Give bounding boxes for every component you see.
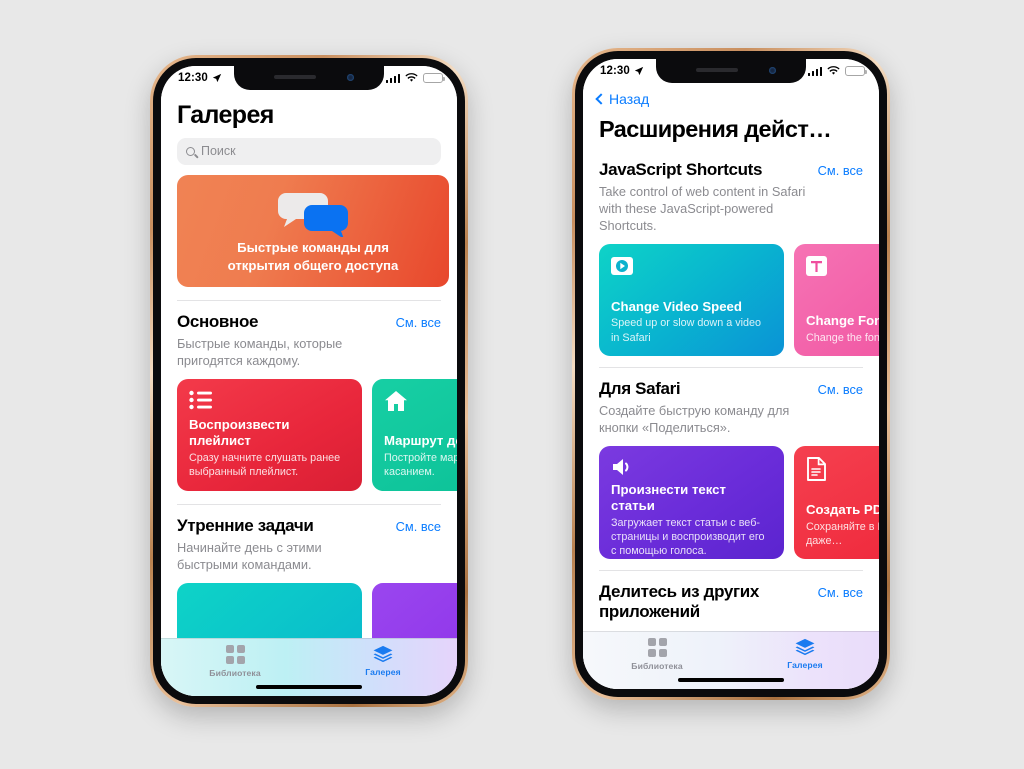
status-time: 12:30 [600,65,630,77]
phone-screen: 12:30 ⚡ Назад Расширения дейст… JavaScri… [583,59,879,689]
section-subtitle: Начинайте день с этими быстрыми командам… [177,539,322,572]
shortcut-card-desc: Загружает текст статьи с веб-страницы и … [611,516,765,558]
extensions-scroll-area[interactable]: Назад Расширения дейст… JavaScript Short… [583,83,879,689]
shortcut-card-title: Произнести текст статьи [611,482,726,513]
phone-screen: 12:30 ⚡ Галерея Поиск Быстрые команды дл… [161,66,457,696]
search-input[interactable]: Поиск [177,137,441,165]
section-header-js: JavaScript Shortcuts См. все [583,149,879,180]
layers-icon [373,645,393,663]
tab-gallery[interactable]: Галерея [731,638,879,670]
status-time: 12:30 [178,72,208,84]
battery-charging-icon: ⚡ [845,66,867,77]
shortcut-card-desc: Change the font [806,331,879,344]
banner-line-1: Быстрые команды для [237,239,389,255]
shortcut-card[interactable]: Маршрут домой Постройте маршрут одним ка… [372,378,457,491]
status-bar: 12:30 ⚡ [583,59,879,83]
home-indicator[interactable] [678,678,784,682]
shortcut-card-desc: Постройте маршрут одним касанием. [384,452,457,479]
location-arrow-icon [212,73,222,83]
shortcut-card-title: Change Font [806,312,879,328]
shortcut-card[interactable]: Change Video Speed Speed up or slow down… [599,243,784,356]
tab-label: Галерея [365,667,401,677]
page-title: Расширения дейст… [599,116,832,142]
shortcuts-app: 12:30 ⚡ Галерея Поиск Быстрые команды дл… [161,66,457,696]
tab-gallery[interactable]: Галерея [309,645,457,677]
bullet-list-icon [189,390,350,416]
shortcut-card[interactable]: Воспроизвести плейлист Сразу начните слу… [177,378,362,491]
house-icon [384,390,457,416]
featured-banner-row[interactable]: Быстрые команды для открытия общего дост… [161,174,457,287]
tab-label: Библиотека [209,668,261,678]
shortcut-card-title: Маршрут домой [384,433,457,449]
search-icon [186,146,195,156]
shortcut-card-desc: Сразу начните слушать ранее выбранный пл… [189,452,341,479]
phone-action-extensions: 12:30 ⚡ Назад Расширения дейст… JavaScri… [572,48,890,700]
layers-icon [795,638,815,656]
section-title: Для Safari [599,378,681,398]
section-title: Утренние задачи [177,515,314,535]
shortcut-card-row[interactable]: Воспроизвести плейлист Сразу начните слу… [161,369,457,491]
status-left: 12:30 [178,72,222,84]
document-icon [806,457,879,483]
home-indicator[interactable] [256,685,362,689]
grid-icon [647,638,667,657]
section-header-basics: Основное См. все [161,301,457,332]
wifi-icon [827,66,840,75]
tab-library[interactable]: Библиотека [161,645,309,678]
section-header-morning: Утренние задачи См. все [161,505,457,536]
shortcut-card-title: Воспроизвести плейлист [189,417,290,449]
tab-label: Библиотека [631,661,683,671]
shortcut-card-desc: Сохраняйте в PDF данные — даже… [806,520,879,547]
status-left: 12:30 [600,65,644,77]
see-all-link[interactable]: См. все [818,163,863,178]
phone-gallery: 12:30 ⚡ Галерея Поиск Быстрые команды дл… [150,55,468,707]
wifi-icon [405,73,418,82]
chevron-left-icon [595,93,607,105]
section-title: Основное [177,311,259,331]
search-placeholder: Поиск [201,144,236,158]
back-label: Назад [609,91,650,107]
shortcut-card-title: Change Video Speed [611,298,742,314]
location-arrow-icon [634,66,644,76]
section-title: Делитесь из других приложений [599,582,759,622]
see-all-link[interactable]: См. все [396,519,441,534]
section-title: JavaScript Shortcuts [599,159,763,179]
section-subtitle: Take control of web content in Safari wi… [599,183,806,233]
cellular-bars-icon [385,73,400,83]
shortcut-card[interactable]: Change Font Change the font [794,243,879,356]
shortcuts-app: 12:30 ⚡ Назад Расширения дейст… JavaScri… [583,59,879,689]
gallery-scroll-area[interactable]: Галерея Поиск Быстрые команды для открыт… [161,90,457,696]
shortcut-card-title: Создать PDF [806,501,879,517]
section-header-share: Делитесь из других приложений См. все [583,571,879,622]
status-bar: 12:30 ⚡ [161,66,457,90]
text-t-icon [806,255,879,281]
battery-charging-icon: ⚡ [423,73,445,84]
featured-banner-card[interactable]: Быстрые команды для открытия общего дост… [177,174,449,287]
play-badge-icon [611,255,772,281]
status-right: ⚡ [385,73,445,84]
back-button[interactable]: Назад [583,83,879,109]
featured-banner-title: Быстрые команды для открытия общего дост… [228,239,399,275]
see-all-link[interactable]: См. все [818,382,863,397]
section-header-safari: Для Safari См. все [583,368,879,399]
tab-label: Галерея [787,660,823,670]
section-subtitle: Создайте быструю команду для кнопки «Под… [599,402,790,435]
banner-line-2: открытия общего доступа [227,257,399,273]
status-right: ⚡ [807,66,867,77]
page-title: Галерея [177,101,274,129]
speaker-icon [611,457,772,482]
canvas: 12:30 ⚡ Галерея Поиск Быстрые команды дл… [0,0,1024,769]
tab-library[interactable]: Библиотека [583,638,731,671]
section-subtitle: Быстрые команды, которые пригодятся кажд… [177,335,343,368]
cellular-bars-icon [807,66,822,76]
shortcut-card-row[interactable]: Change Video Speed Speed up or slow down… [583,234,879,356]
see-all-link[interactable]: См. все [818,585,863,600]
shortcut-card[interactable]: Произнести текст статьи Загружает текст … [599,446,784,560]
shortcut-card-row[interactable]: Произнести текст статьи Загружает текст … [583,436,879,560]
shortcut-card-desc: Speed up or slow down a video in Safari [611,317,762,344]
shortcut-card[interactable]: Создать PDF Сохраняйте в PDF данные — да… [794,446,879,560]
see-all-link[interactable]: См. все [396,315,441,330]
speech-bubbles-icon [278,192,348,237]
grid-icon [225,645,245,664]
